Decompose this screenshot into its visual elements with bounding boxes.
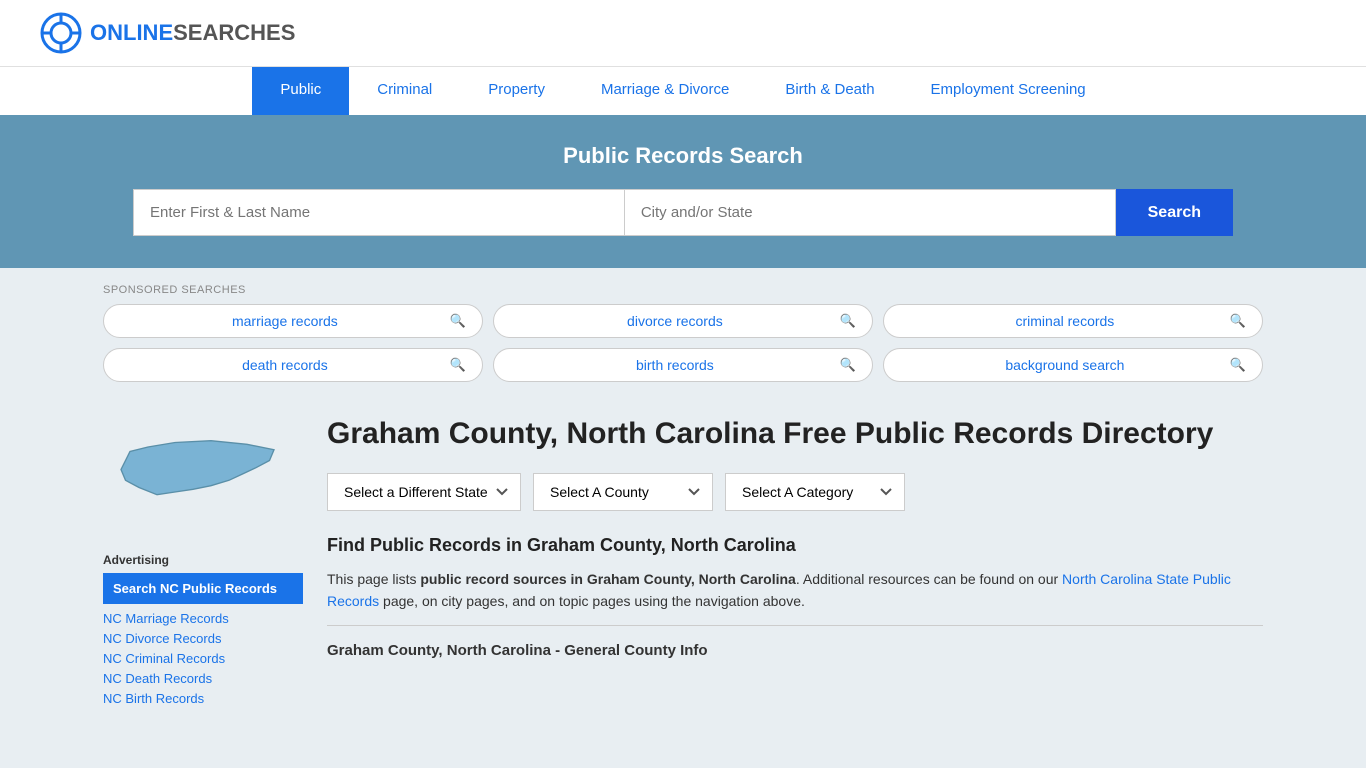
content-wrapper: SPONSORED SEARCHES marriage records 🔍 di… [63,284,1303,710]
sidebar-link-death[interactable]: NC Death Records [103,671,212,686]
search-icon: 🔍 [450,313,466,329]
search-icon: 🔍 [1230,357,1246,373]
list-item: NC Death Records [103,670,303,686]
header: ONLINESEARCHES [0,0,1366,66]
nav-item-public[interactable]: Public [252,67,349,115]
nav-item-criminal[interactable]: Criminal [349,67,460,115]
logo: ONLINESEARCHES [40,12,295,54]
pill-death-records-text: death records [120,357,450,373]
nav-item-birth-death[interactable]: Birth & Death [757,67,902,115]
find-text-part1: This page lists [327,571,420,587]
pill-background-search[interactable]: background search 🔍 [883,348,1263,382]
search-icon: 🔍 [840,357,856,373]
search-bar: Search [133,189,1233,236]
find-text-part3: page, on city pages, and on topic pages … [379,593,805,609]
general-info-heading: Graham County, North Carolina - General … [327,634,1263,667]
pill-birth-records[interactable]: birth records 🔍 [493,348,873,382]
section-divider [327,625,1263,626]
find-records-heading: Find Public Records in Graham County, No… [327,535,1263,556]
dropdowns-row: Select a Different State Select A County… [327,473,1263,511]
name-input[interactable] [133,189,624,236]
pill-marriage-records[interactable]: marriage records 🔍 [103,304,483,338]
search-icon: 🔍 [840,313,856,329]
find-text-bold: public record sources in Graham County, … [420,571,795,587]
page-title: Graham County, North Carolina Free Publi… [327,414,1263,453]
main-content: Graham County, North Carolina Free Publi… [327,414,1263,710]
search-icon: 🔍 [450,357,466,373]
pill-criminal-records-text: criminal records [900,313,1230,329]
pill-divorce-records[interactable]: divorce records 🔍 [493,304,873,338]
nc-map-svg [103,414,283,534]
pill-marriage-records-text: marriage records [120,313,450,329]
list-item: NC Criminal Records [103,650,303,666]
list-item: NC Marriage Records [103,610,303,626]
state-dropdown[interactable]: Select a Different State [327,473,521,511]
category-dropdown[interactable]: Select A Category [725,473,905,511]
search-button[interactable]: Search [1116,189,1233,236]
find-records-text: This page lists public record sources in… [327,568,1263,613]
county-dropdown[interactable]: Select A County [533,473,713,511]
sidebar-link-birth[interactable]: NC Birth Records [103,691,204,706]
logo-online: ONLINE [90,20,173,45]
state-map [103,414,303,537]
main-layout: Advertising Search NC Public Records NC … [103,406,1263,710]
location-input[interactable] [624,189,1116,236]
sponsored-label: SPONSORED SEARCHES [103,284,1263,296]
list-item: NC Divorce Records [103,630,303,646]
logo-icon [40,12,82,54]
nav-item-employment[interactable]: Employment Screening [903,67,1114,115]
pill-divorce-records-text: divorce records [510,313,840,329]
sidebar-link-marriage[interactable]: NC Marriage Records [103,611,229,626]
hero-title: Public Records Search [40,143,1326,169]
pill-background-search-text: background search [900,357,1230,373]
sidebar-link-divorce[interactable]: NC Divorce Records [103,631,221,646]
sidebar-links: NC Marriage Records NC Divorce Records N… [103,610,303,706]
nav-item-marriage-divorce[interactable]: Marriage & Divorce [573,67,757,115]
sponsored-grid: marriage records 🔍 divorce records 🔍 cri… [103,304,1263,382]
nav-item-property[interactable]: Property [460,67,573,115]
pill-death-records[interactable]: death records 🔍 [103,348,483,382]
list-item: NC Birth Records [103,690,303,706]
pill-birth-records-text: birth records [510,357,840,373]
sidebar-link-criminal[interactable]: NC Criminal Records [103,651,225,666]
search-icon: 🔍 [1230,313,1246,329]
sidebar: Advertising Search NC Public Records NC … [103,414,303,710]
sidebar-ad-button[interactable]: Search NC Public Records [103,573,303,604]
sidebar-ad-label: Advertising [103,553,303,567]
find-text-part2: . Additional resources can be found on o… [796,571,1062,587]
logo-searches: SEARCHES [173,20,295,45]
hero-section: Public Records Search Search [0,115,1366,268]
pill-criminal-records[interactable]: criminal records 🔍 [883,304,1263,338]
main-nav: Public Criminal Property Marriage & Divo… [0,66,1366,115]
logo-text: ONLINESEARCHES [90,20,295,46]
